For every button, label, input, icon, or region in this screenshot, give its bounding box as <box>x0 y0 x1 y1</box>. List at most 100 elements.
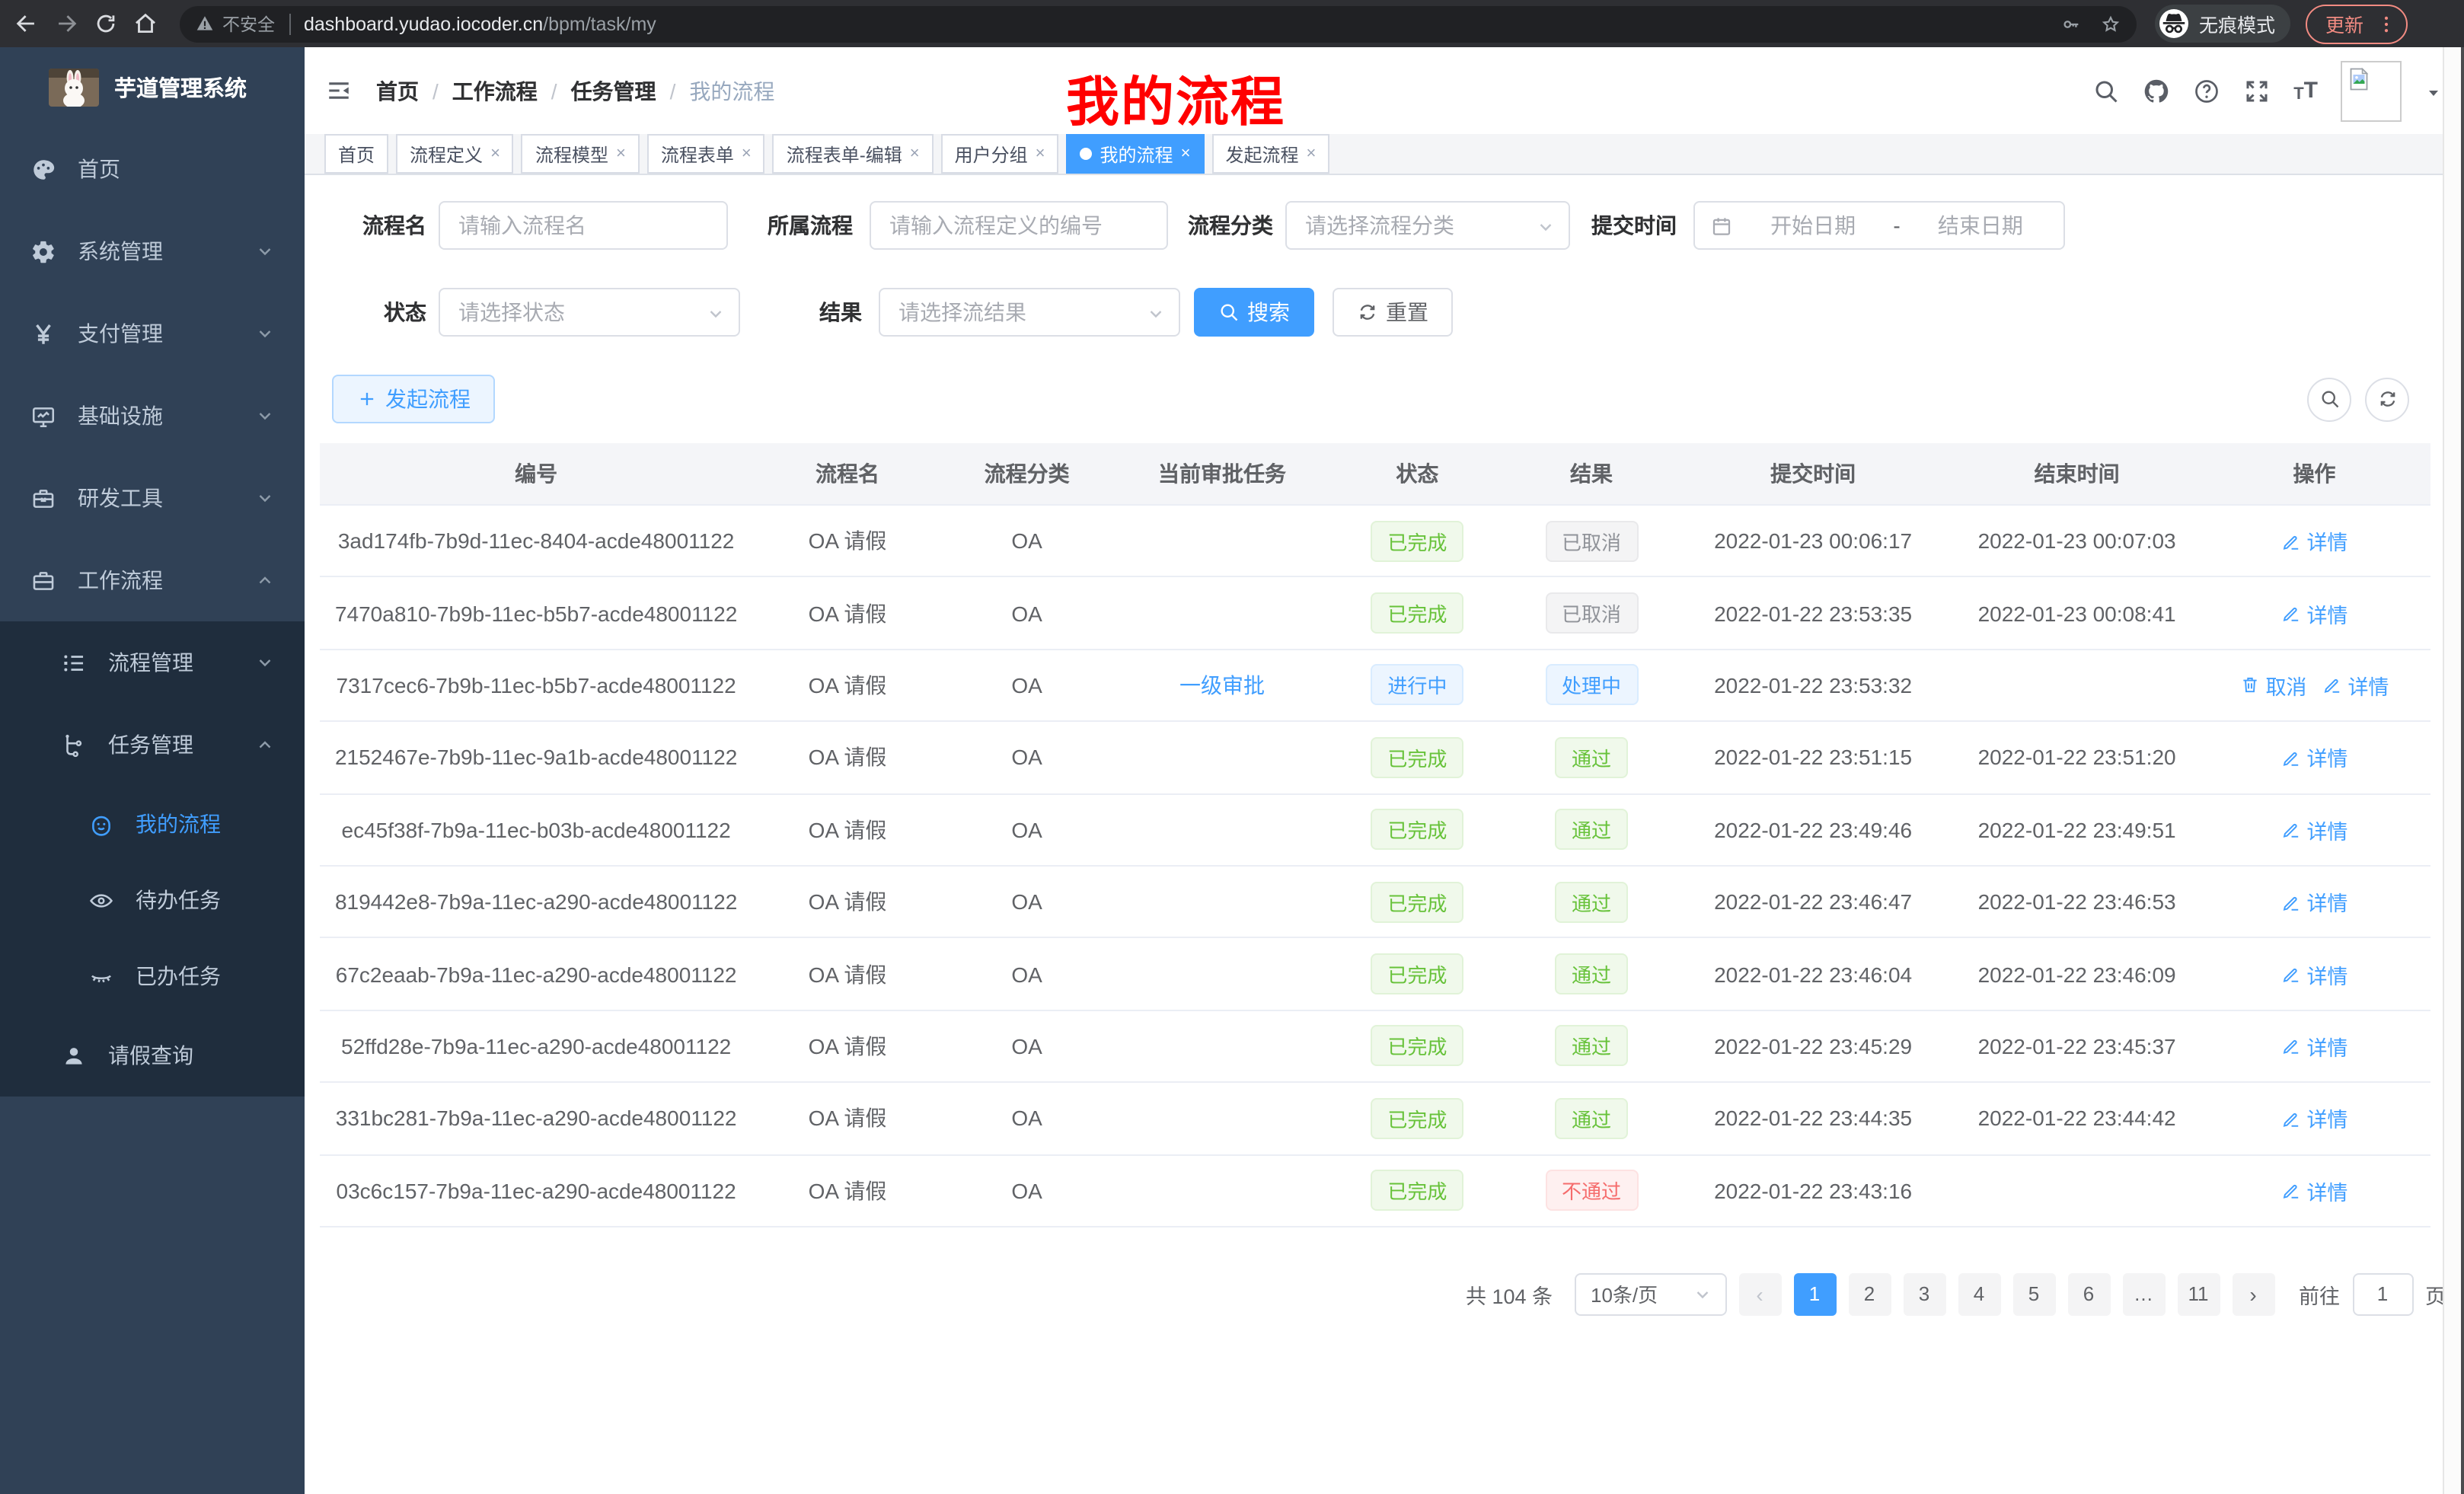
current-task-link[interactable]: 一级审批 <box>1179 670 1265 701</box>
window-edge <box>2461 47 2464 1494</box>
forward-icon[interactable] <box>53 11 79 37</box>
goto-page-input[interactable] <box>2352 1273 2413 1316</box>
page-button-6[interactable]: 6 <box>2067 1273 2110 1316</box>
tab-process-form-edit[interactable]: 流程表单-编辑× <box>773 134 934 174</box>
refresh-table-button[interactable] <box>2365 377 2409 421</box>
cancel-link[interactable]: 取消 <box>2239 670 2306 701</box>
page-button-5[interactable]: 5 <box>2012 1273 2055 1316</box>
detail-link[interactable]: 详情 <box>2280 1175 2348 1205</box>
end-date-placeholder[interactable]: 结束日期 <box>1913 210 2048 241</box>
tab-user-group[interactable]: 用户分组× <box>941 134 1059 174</box>
cell-id: 52ffd28e-7b9a-11ec-a290-acde48001122 <box>320 1034 752 1058</box>
avatar-caret-icon[interactable] <box>2424 81 2443 100</box>
sidebar-item-process-management[interactable]: 流程管理 <box>0 621 305 704</box>
key-icon[interactable] <box>2060 13 2082 34</box>
help-icon[interactable] <box>2193 77 2220 104</box>
browser-menu-icon[interactable] <box>2376 13 2397 34</box>
security-chip[interactable]: 不安全 <box>195 11 275 36</box>
detail-link[interactable]: 详情 <box>2280 598 2348 628</box>
reload-icon[interactable] <box>93 11 119 37</box>
avatar[interactable] <box>2341 60 2402 121</box>
search-icon[interactable] <box>2092 77 2120 104</box>
sidebar-item-home[interactable]: 首页 <box>0 128 305 210</box>
bookmark-star-icon[interactable] <box>2100 13 2121 34</box>
sidebar-item-label: 任务管理 <box>108 729 305 760</box>
tab-my-process[interactable]: 我的流程× <box>1067 134 1205 174</box>
sidebar-item-dev-tools[interactable]: 研发工具 <box>0 457 305 539</box>
tab-home[interactable]: 首页 <box>324 134 388 174</box>
home-icon[interactable] <box>132 11 158 37</box>
chevron-up-icon <box>256 736 274 754</box>
reset-button[interactable]: 重置 <box>1333 288 1453 337</box>
github-icon[interactable] <box>2143 77 2170 104</box>
sidebar-item-task-management[interactable]: 任务管理 <box>0 704 305 786</box>
update-button[interactable]: 更新 <box>2306 4 2408 43</box>
page-scrollbar[interactable] <box>2443 47 2461 1494</box>
fullscreen-icon[interactable] <box>2243 77 2271 104</box>
sidebar-item-leave-query[interactable]: 请假查询 <box>0 1014 305 1097</box>
close-icon[interactable]: × <box>1306 145 1316 162</box>
cell-operations: 取消详情 <box>2209 670 2420 701</box>
detail-link[interactable]: 详情 <box>2280 959 2348 989</box>
process-name-input[interactable] <box>439 201 728 250</box>
close-icon[interactable]: × <box>1036 145 1045 162</box>
app-logo[interactable]: 芋道管理系统 <box>0 47 305 128</box>
sidebar-item-workflow[interactable]: 工作流程 <box>0 539 305 621</box>
chevron-down-icon <box>256 653 274 672</box>
status-select[interactable]: 请选择状态 <box>439 288 740 337</box>
detail-link[interactable]: 详情 <box>2280 525 2348 556</box>
filter-row-2: 状态 请选择状态 结果 请选择流结果 搜索 <box>320 288 2452 337</box>
more-pages-button[interactable]: … <box>2122 1273 2165 1316</box>
sidebar-item-my-process[interactable]: 我的流程 <box>0 786 305 862</box>
chevron-down-icon <box>1693 1285 1711 1304</box>
url-text[interactable]: dashboard.yudao.iocoder.cn/bpm/task/my <box>304 13 2060 34</box>
close-icon[interactable]: × <box>910 145 920 162</box>
submit-time-range[interactable]: 开始日期 - 结束日期 <box>1693 201 2065 250</box>
chevron-down-icon <box>256 489 274 507</box>
page-button-11[interactable]: 11 <box>2177 1273 2220 1316</box>
close-icon[interactable]: × <box>490 145 500 162</box>
detail-link[interactable]: 详情 <box>2280 1031 2348 1061</box>
page-button-2[interactable]: 2 <box>1848 1273 1891 1316</box>
breadcrumb-item[interactable]: 首页 <box>376 75 419 106</box>
sidebar-item-system-management[interactable]: 系统管理 <box>0 210 305 292</box>
breadcrumb-item[interactable]: 工作流程 <box>452 75 538 106</box>
page-button-4[interactable]: 4 <box>1958 1273 2000 1316</box>
address-bar[interactable]: 不安全 dashboard.yudao.iocoder.cn/bpm/task/… <box>180 5 2137 42</box>
category-select[interactable]: 请选择流程分类 <box>1285 201 1570 250</box>
search-button[interactable]: 搜索 <box>1194 288 1314 337</box>
sidebar-item-infrastructure[interactable]: 基础设施 <box>0 375 305 457</box>
cell-process-name: OA 请假 <box>752 886 942 917</box>
breadcrumb-item[interactable]: 任务管理 <box>571 75 656 106</box>
detail-link[interactable]: 详情 <box>2322 670 2389 701</box>
sidebar-item-done-tasks[interactable]: 已办任务 <box>0 938 305 1014</box>
tab-process-form[interactable]: 流程表单× <box>647 134 765 174</box>
detail-link[interactable]: 详情 <box>2280 815 2348 845</box>
result-select[interactable]: 请选择流结果 <box>879 288 1180 337</box>
page-button-3[interactable]: 3 <box>1903 1273 1945 1316</box>
tab-process-model[interactable]: 流程模型× <box>522 134 640 174</box>
create-process-button[interactable]: 发起流程 <box>332 375 495 423</box>
page-size-select[interactable]: 10条/页 <box>1574 1273 1726 1316</box>
sidebar-item-todo-tasks[interactable]: 待办任务 <box>0 862 305 938</box>
start-date-placeholder[interactable]: 开始日期 <box>1745 210 1881 241</box>
font-size-icon[interactable]: TT <box>2293 78 2318 104</box>
show-search-button[interactable] <box>2307 377 2351 421</box>
detail-link[interactable]: 详情 <box>2280 742 2348 773</box>
detail-link[interactable]: 详情 <box>2280 1103 2348 1134</box>
tab-start-process[interactable]: 发起流程× <box>1211 134 1329 174</box>
close-icon[interactable]: × <box>616 145 626 162</box>
page-button-1[interactable]: 1 <box>1793 1273 1836 1316</box>
close-icon[interactable]: × <box>742 145 752 162</box>
column-header: 提交时间 <box>1681 458 1945 489</box>
sidebar-collapse-icon[interactable] <box>326 78 352 104</box>
sidebar-item-payment-management[interactable]: 支付管理 <box>0 292 305 375</box>
process-def-input[interactable] <box>870 201 1168 250</box>
back-icon[interactable] <box>14 11 40 37</box>
tab-process-definition[interactable]: 流程定义× <box>396 134 514 174</box>
detail-link[interactable]: 详情 <box>2280 886 2348 917</box>
prev-page-button[interactable]: ‹ <box>1738 1273 1781 1316</box>
next-page-button[interactable]: › <box>2232 1273 2274 1316</box>
dashboard-icon <box>30 156 56 182</box>
close-icon[interactable]: × <box>1181 145 1191 162</box>
